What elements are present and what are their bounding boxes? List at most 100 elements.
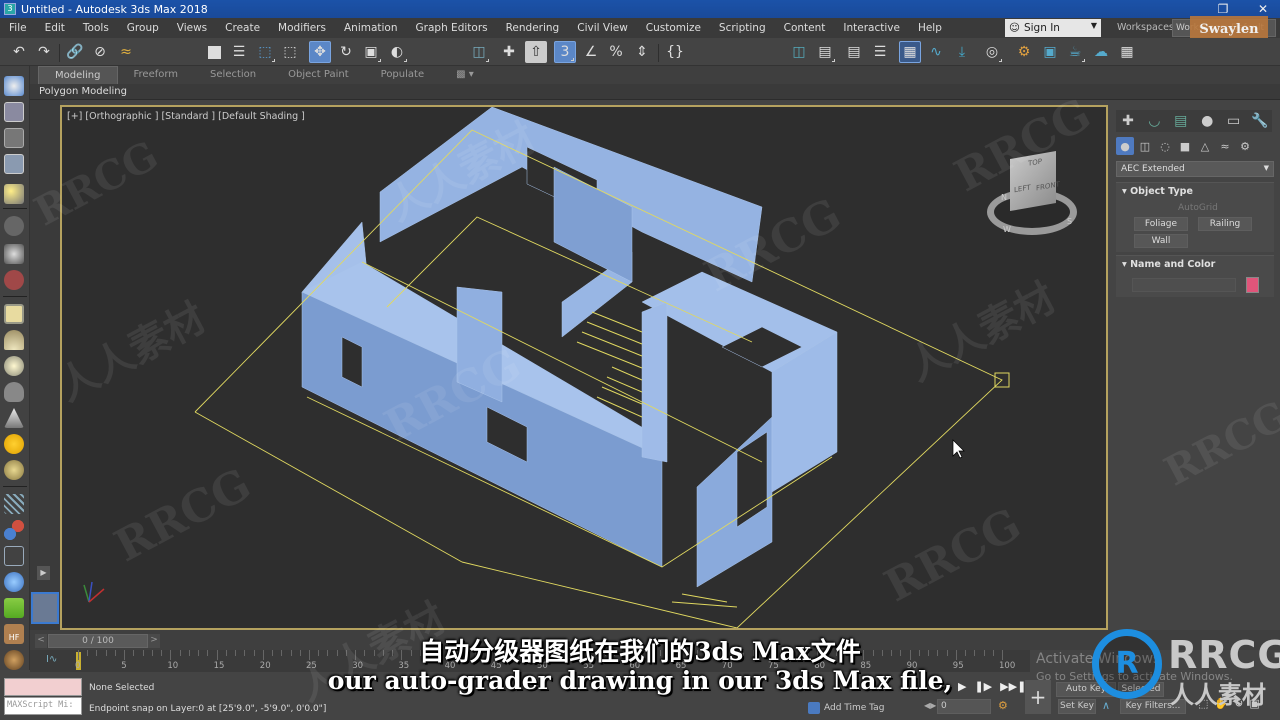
scene-explorer-icon[interactable]: ▤ — [843, 41, 865, 63]
create-tab-icon[interactable]: ✚ — [1116, 110, 1140, 132]
space-warps-icon[interactable]: ≈ — [1216, 137, 1234, 155]
cone-light-icon[interactable] — [4, 408, 24, 428]
angle-snap-icon[interactable]: ∠ — [580, 41, 602, 63]
viewport-layout-thumbnail[interactable] — [31, 592, 59, 624]
category-dropdown[interactable]: AEC Extended ▼ — [1116, 161, 1274, 177]
undo-icon[interactable]: ↶ — [8, 41, 30, 63]
window-crossing-icon[interactable]: ⬚ — [279, 41, 301, 63]
time-config-icon[interactable]: ⚙ — [998, 699, 1008, 712]
polygon-modeling-panel[interactable]: Polygon Modeling — [30, 86, 127, 97]
tab-selection[interactable]: Selection — [194, 66, 272, 84]
render-production-icon[interactable]: ☕ — [1064, 41, 1086, 63]
layer-explorer-icon[interactable]: ☰ — [869, 41, 891, 63]
add-time-tag-button[interactable]: Add Time Tag — [808, 700, 884, 716]
render-setup-icon[interactable]: ⚙ — [1013, 41, 1035, 63]
select-object-icon[interactable] — [203, 41, 225, 63]
percent-snap-icon[interactable]: % — [605, 41, 627, 63]
frame-spinner-arrows-icon[interactable]: ◀▶ — [924, 701, 936, 710]
align-icon[interactable]: ▤ — [814, 41, 836, 63]
railing-button[interactable]: Railing — [1198, 217, 1252, 231]
display-tab-icon[interactable]: ▭ — [1222, 110, 1246, 132]
tab-populate[interactable]: Populate — [365, 66, 440, 84]
edit-named-selection-icon[interactable]: {} — [664, 41, 686, 63]
menu-rendering[interactable]: Rendering — [497, 22, 569, 34]
pivot-center-icon[interactable]: ◫ — [468, 41, 490, 63]
menu-views[interactable]: Views — [168, 22, 216, 34]
maxscript-mini-listener[interactable]: MAXScript Mi: — [4, 697, 82, 715]
menu-tools[interactable]: Tools — [74, 22, 118, 34]
sun-icon[interactable] — [4, 434, 24, 454]
tab-object-paint[interactable]: Object Paint — [272, 66, 365, 84]
select-and-place-icon[interactable]: ◐ — [386, 41, 408, 63]
material-editor-icon[interactable]: ◎ — [981, 41, 1003, 63]
tab-freeform[interactable]: Freeform — [118, 66, 195, 84]
curve-editor-icon[interactable]: ∿ — [925, 41, 947, 63]
name-and-color-header[interactable]: ▾ Name and Color — [1116, 256, 1274, 270]
sky-light-icon[interactable] — [4, 460, 24, 480]
menu-modifiers[interactable]: Modifiers — [269, 22, 335, 34]
ribbon-toggle-icon[interactable]: ▦ — [899, 41, 921, 63]
object-name-input[interactable] — [1132, 278, 1236, 292]
menu-help[interactable]: Help — [909, 22, 951, 34]
motion-tab-icon[interactable]: ● — [1195, 110, 1219, 132]
teapot-light-icon[interactable] — [4, 382, 24, 402]
expand-arrow-button[interactable]: ▶ — [37, 566, 50, 580]
grass-icon[interactable] — [4, 598, 24, 618]
helpers-icon[interactable]: △ — [1196, 137, 1214, 155]
menu-content[interactable]: Content — [775, 22, 835, 34]
unlink-icon[interactable]: ⊘ — [89, 41, 111, 63]
render-shortcuts-icon[interactable]: ▦ — [1116, 41, 1138, 63]
video-camera-icon[interactable] — [4, 270, 24, 290]
half-sphere-icon[interactable] — [4, 244, 24, 264]
menu-group[interactable]: Group — [118, 22, 168, 34]
link-icon[interactable]: 🔗 — [64, 41, 86, 63]
menu-animation[interactable]: Animation — [335, 22, 407, 34]
grid-panel-icon[interactable] — [4, 154, 24, 174]
wall-button[interactable]: Wall — [1134, 234, 1188, 248]
shapes-icon[interactable]: ◫ — [1136, 137, 1154, 155]
menu-interactive[interactable]: Interactive — [834, 22, 909, 34]
menu-create[interactable]: Create — [216, 22, 269, 34]
select-manipulate-icon[interactable]: ✚ — [498, 41, 520, 63]
object-type-header[interactable]: ▾ Object Type — [1116, 183, 1274, 197]
molecule-icon[interactable] — [4, 520, 24, 540]
particle-icon[interactable] — [4, 494, 24, 514]
cameras-icon[interactable]: ■ — [1176, 137, 1194, 155]
hierarchy-tab-icon[interactable]: ▤ — [1169, 110, 1193, 132]
menu-scripting[interactable]: Scripting — [710, 22, 775, 34]
menu-edit[interactable]: Edit — [36, 22, 74, 34]
ribbon-options-button[interactable]: ▩ ▾ — [440, 66, 490, 84]
mirror-icon[interactable]: ◫ — [788, 41, 810, 63]
redo-icon[interactable]: ↷ — [33, 41, 55, 63]
select-by-name-icon[interactable]: ☰ — [228, 41, 250, 63]
systems-icon[interactable]: ⚙ — [1236, 137, 1254, 155]
rendered-frame-window-icon[interactable]: ▣ — [1039, 41, 1061, 63]
rectangular-selection-icon[interactable]: ⬚ — [254, 41, 276, 63]
menu-civil-view[interactable]: Civil View — [568, 22, 637, 34]
viewcube[interactable]: TOP LEFT FRONT N S W — [987, 149, 1077, 239]
teapot-icon[interactable] — [4, 76, 24, 96]
lights-icon[interactable]: ◌ — [1156, 137, 1174, 155]
tab-modeling[interactable]: Modeling — [38, 66, 118, 84]
snaps-toggle-icon[interactable]: 3 — [554, 41, 576, 63]
light-lister-icon[interactable] — [4, 184, 24, 204]
menu-file[interactable]: File — [0, 22, 36, 34]
scene-canvas[interactable] — [62, 107, 1106, 628]
utilities-tab-icon[interactable]: 🔧 — [1248, 110, 1272, 132]
scaffold-icon[interactable] — [4, 546, 24, 566]
select-and-scale-icon[interactable]: ▣ — [360, 41, 382, 63]
viewcube-box[interactable]: TOP LEFT FRONT — [1010, 150, 1060, 212]
bind-space-warp-icon[interactable]: ≈ — [115, 41, 137, 63]
geometry-icon[interactable]: ● — [1116, 137, 1134, 155]
modify-tab-icon[interactable]: ◡ — [1142, 110, 1166, 132]
object-color-swatch[interactable] — [1246, 277, 1259, 293]
spinner-snap-icon[interactable]: ⇕ — [631, 41, 653, 63]
menu-graph-editors[interactable]: Graph Editors — [407, 22, 497, 34]
camera-icon[interactable] — [4, 216, 24, 236]
fluid-icon[interactable] — [4, 572, 24, 592]
current-frame-input[interactable]: 0 — [937, 699, 991, 714]
schematic-view-icon[interactable]: ⤓ — [951, 41, 973, 63]
autogrid-checkbox[interactable]: AutoGrid — [1178, 203, 1218, 213]
sphere-light-icon[interactable] — [4, 356, 24, 376]
render-frame-icon[interactable] — [4, 102, 24, 122]
